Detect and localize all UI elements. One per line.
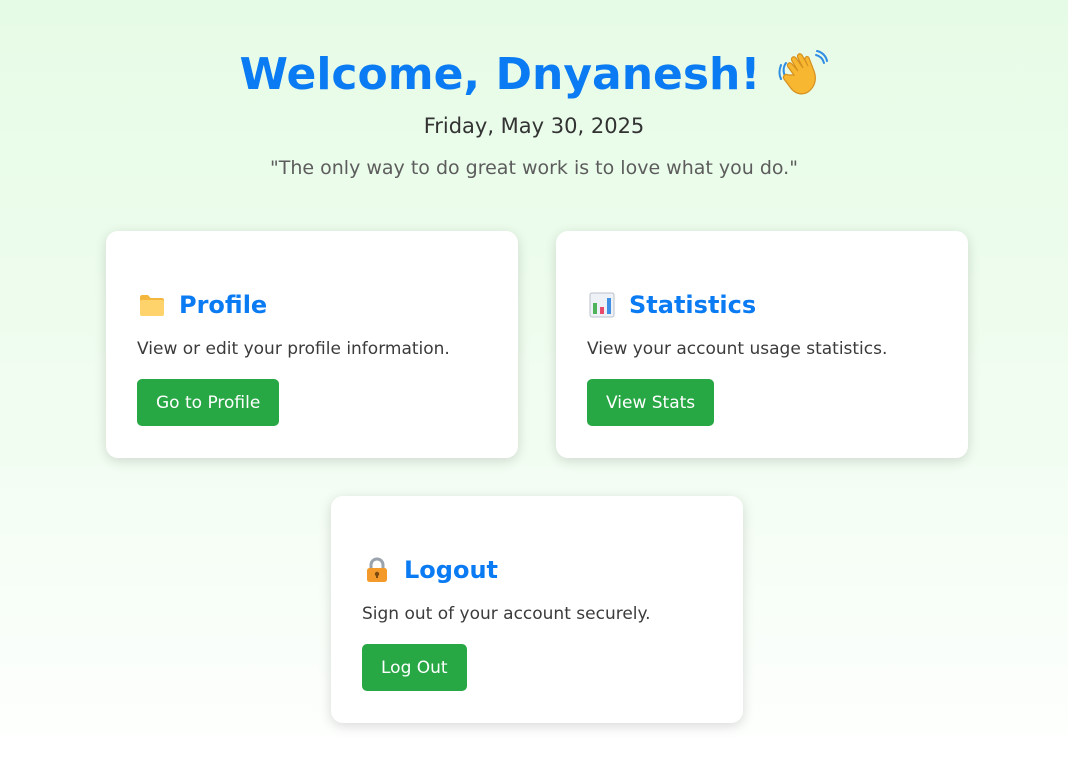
logout-card-header: Logout — [362, 553, 498, 587]
profile-card-header: Profile — [137, 288, 267, 322]
profile-card-title: Profile — [179, 291, 268, 319]
waving-hand-icon — [778, 49, 829, 99]
statistics-card-title: Statistics — [629, 291, 757, 319]
profile-card-description: View or edit your profile information. — [137, 339, 450, 359]
page-title: Welcome, Dnyanesh! — [239, 48, 761, 100]
profile-card: Profile View or edit your profile inform… — [106, 231, 518, 458]
go-to-profile-button[interactable]: Go to Profile — [137, 379, 280, 426]
motivational-quote: "The only way to do great work is to lov… — [270, 157, 798, 179]
statistics-card: Statistics View your account usage stati… — [556, 231, 968, 458]
title-row: Welcome, Dnyanesh! — [0, 44, 1068, 104]
logout-card: Logout Sign out of your account securely… — [331, 496, 743, 723]
bar-chart-icon — [587, 290, 617, 320]
logout-card-title: Logout — [404, 556, 499, 584]
current-date: Friday, May 30, 2025 — [423, 114, 645, 138]
statistics-card-header: Statistics — [587, 288, 756, 322]
view-stats-button[interactable]: View Stats — [587, 379, 715, 426]
logout-card-description: Sign out of your account securely. — [362, 604, 651, 624]
lock-icon — [362, 555, 392, 585]
folder-icon — [137, 290, 167, 320]
log-out-button[interactable]: Log Out — [362, 644, 467, 691]
statistics-card-description: View your account usage statistics. — [587, 339, 888, 359]
